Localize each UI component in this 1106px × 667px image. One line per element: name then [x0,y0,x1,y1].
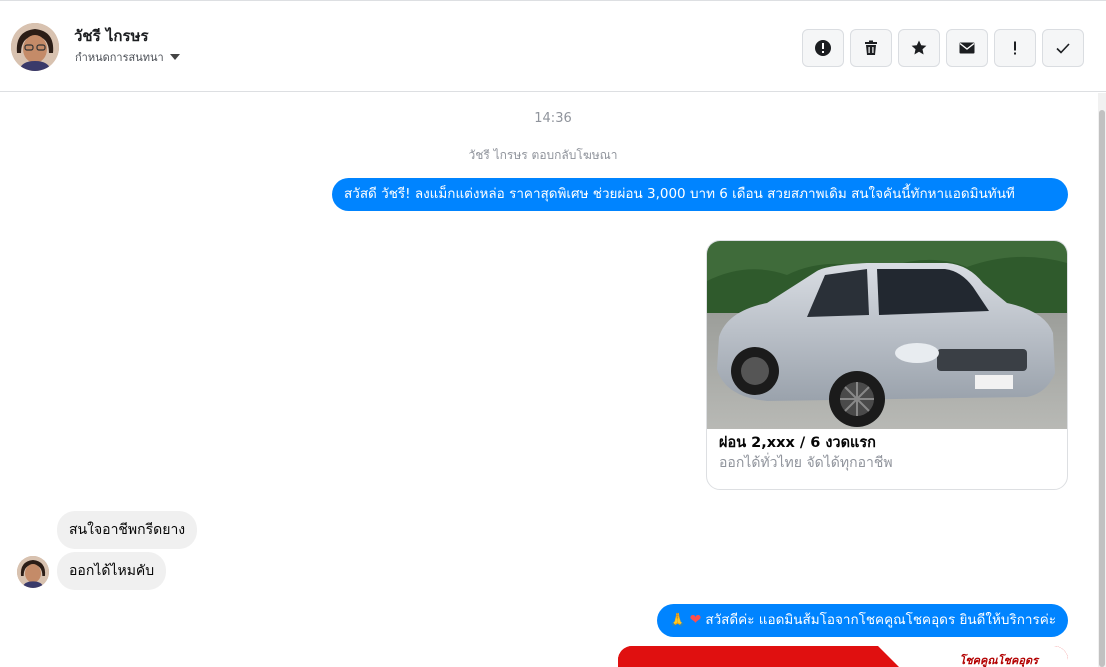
ad-card-subtitle: ออกได้ทั่วไทย จัดได้ทุกอาชีพ [719,455,893,471]
incoming-message[interactable]: สนใจอาชีพกรีดยาง [57,511,198,549]
follow-up-button[interactable] [994,29,1036,67]
conversation-toolbar [802,29,1084,67]
ad-reply-note: วัชรี ไกรษร ตอบกลับโฆษณา [468,148,618,162]
promo-banner-image[interactable]: โชคคูณโชคอุดร [618,646,1068,667]
conversation-header: วัชรี ไกรษร กำหนดการสนทนา [0,0,1106,92]
exclamation-icon [1014,41,1016,55]
star-button[interactable] [898,29,940,67]
mark-done-button[interactable] [1042,29,1084,67]
outgoing-message[interactable]: 🙏 ❤ สวัสดีค่ะ แอดมินส้มโอจากโชคคูณโชคอุด… [657,604,1068,637]
outgoing-message[interactable]: สวัสดี วัชรี! ลงแม็กแต่งหล่อ ราคาสุดพิเศ… [332,178,1068,211]
delete-button[interactable] [850,29,892,67]
car-image [707,241,1067,429]
mark-unread-button[interactable] [946,29,988,67]
promo-banner-brand: โชคคูณโชคอุดร [959,654,1038,667]
incoming-message[interactable]: ออกได้ไหมคับ [57,552,167,590]
ad-card-title: ผ่อน 2,xxx / 6 งวดแรก [719,435,876,451]
outgoing-message-text: สวัสดีค่ะ แอดมินส้มโอจากโชคคูณโชคอุดร ยิ… [705,612,1056,628]
trash-icon [865,40,877,55]
red-heart-icon: ❤ [689,612,702,628]
praying-hands-icon: 🙏 [669,613,686,628]
conversation-settings-dropdown[interactable]: กำหนดการสนทนา [75,48,180,66]
conversation-settings-label: กำหนดการสนทนา [75,51,164,64]
ad-card[interactable]: ผ่อน 2,xxx / 6 งวดแรก ออกได้ทั่วไทย จัดไ… [706,240,1068,490]
caret-down-icon [169,54,180,60]
contact-name[interactable]: วัชรี ไกรษร [74,24,149,48]
envelope-icon [959,42,975,54]
star-icon [911,40,927,55]
mark-spam-button[interactable] [802,29,844,67]
sender-avatar[interactable] [17,556,49,588]
contact-avatar[interactable] [11,23,59,71]
alert-circle-icon [815,40,831,56]
chat-scrollbar-thumb[interactable] [1099,110,1105,667]
message-timestamp: 14:36 [534,111,572,126]
check-icon [1056,43,1070,54]
message-thread: 14:36 วัชรี ไกรษร ตอบกลับโฆษณา สวัสดี วั… [0,93,1098,667]
